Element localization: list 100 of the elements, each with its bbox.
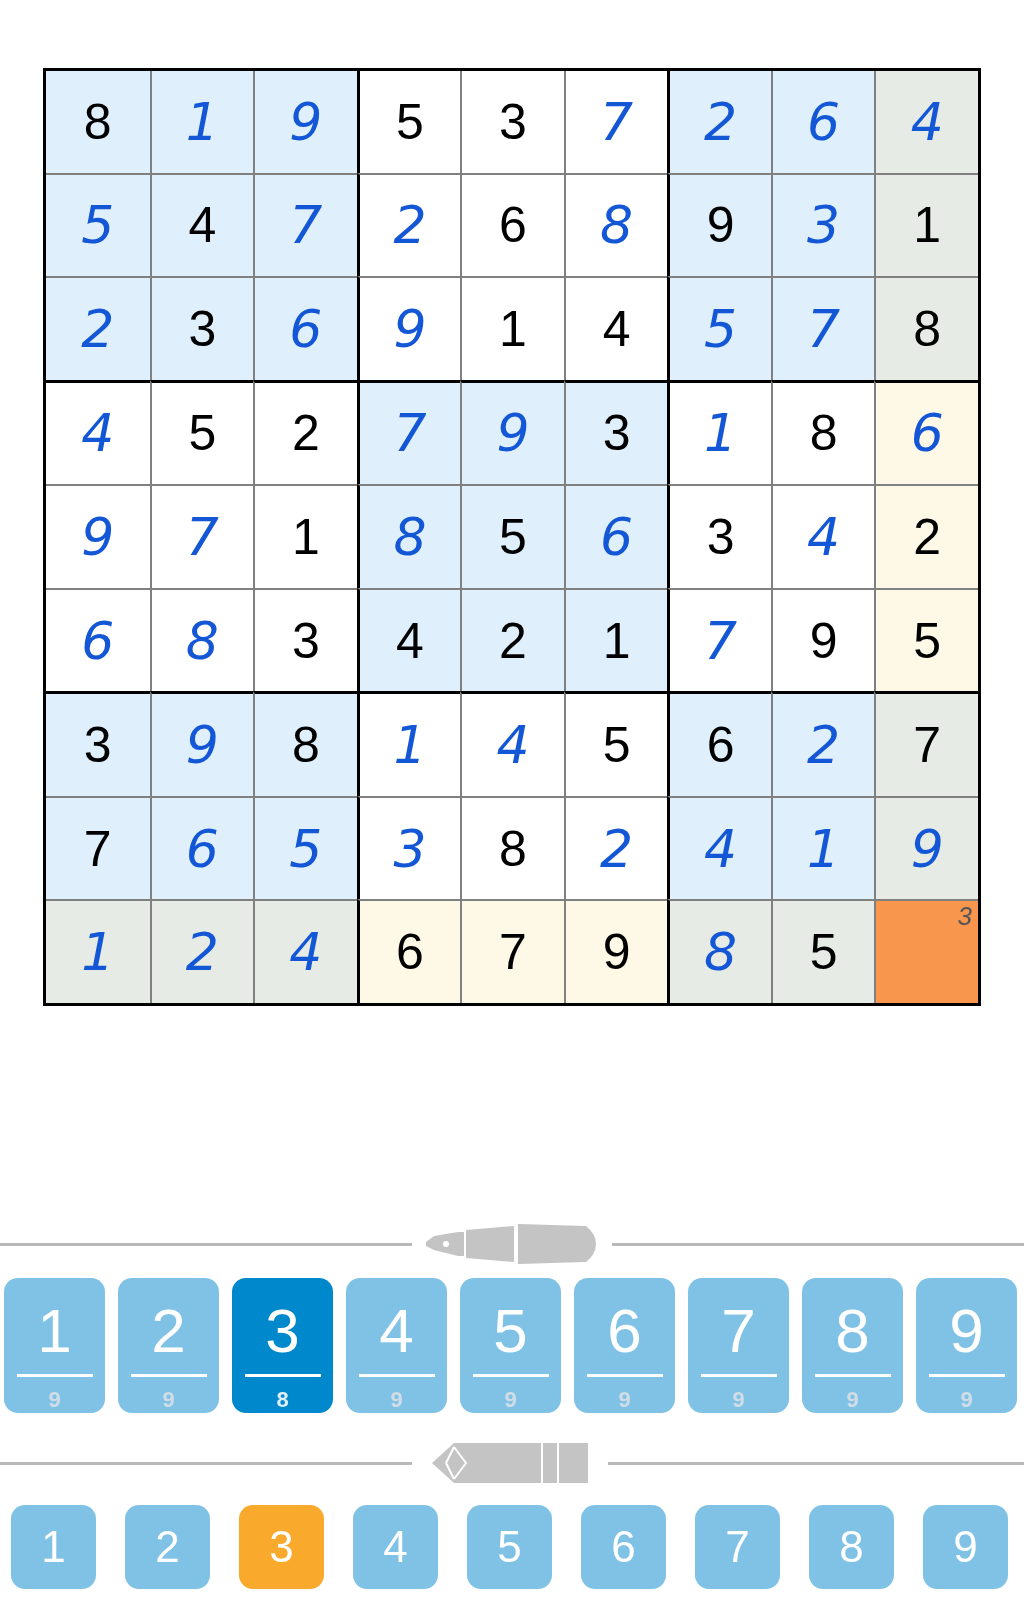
grid-cell[interactable]: 3	[874, 899, 978, 1003]
grid-cell[interactable]: 4	[667, 795, 771, 900]
key-digit: 6	[607, 1300, 642, 1362]
grid-cell[interactable]: 4	[770, 484, 875, 588]
grid-cell[interactable]: 6	[149, 795, 254, 900]
grid-cell[interactable]: 2	[874, 484, 978, 588]
grid-cell[interactable]: 7	[770, 276, 875, 380]
grid-cell[interactable]: 3	[460, 71, 564, 173]
grid-cell[interactable]: 2	[770, 691, 875, 796]
grid-cell[interactable]: 8	[460, 795, 564, 900]
grid-cell[interactable]: 8	[149, 587, 254, 692]
grid-cell[interactable]: 7	[46, 795, 150, 900]
grid-cell[interactable]: 3	[770, 172, 875, 277]
grid-cell[interactable]: 3	[356, 795, 461, 900]
grid-cell[interactable]: 6	[460, 172, 564, 277]
grid-cell[interactable]: 2	[46, 276, 150, 380]
grid-cell[interactable]: 9	[770, 587, 875, 692]
grid-cell[interactable]: 4	[874, 71, 978, 173]
entered-digit: 4	[807, 510, 841, 563]
grid-cell[interactable]: 5	[563, 691, 668, 796]
grid-cell[interactable]: 7	[253, 172, 357, 277]
grid-cell[interactable]: 9	[253, 71, 357, 173]
grid-cell[interactable]: 5	[46, 172, 150, 277]
grid-cell[interactable]: 8	[253, 691, 357, 796]
key-digit: 5	[493, 1300, 528, 1362]
entered-digit: 6	[600, 510, 634, 563]
grid-cell[interactable]: 3	[667, 484, 771, 588]
grid-cell[interactable]: 4	[46, 379, 150, 485]
grid-cell[interactable]: 6	[563, 484, 668, 588]
grid-cell[interactable]: 1	[563, 587, 668, 692]
grid-cell[interactable]: 2	[667, 71, 771, 173]
number-key[interactable]: 3 8	[232, 1278, 333, 1413]
grid-cell[interactable]: 3	[253, 587, 357, 692]
grid-cell[interactable]: 7	[563, 71, 668, 173]
given-digit: 3	[83, 720, 112, 771]
grid-cell[interactable]: 1	[149, 71, 254, 173]
entered-digit: 7	[289, 199, 323, 252]
grid-cell[interactable]: 1	[874, 172, 978, 277]
grid-cell[interactable]: 8	[356, 484, 461, 588]
grid-cell[interactable]: 1	[356, 691, 461, 796]
grid-cell[interactable]: 6	[356, 899, 461, 1003]
grid-cell[interactable]: 9	[356, 276, 461, 380]
grid-cell[interactable]: 5	[874, 587, 978, 692]
entered-digit: 7	[185, 510, 219, 563]
grid-cell[interactable]: 8	[874, 276, 978, 380]
grid-cell[interactable]: 9	[874, 795, 978, 900]
given-digit: 6	[499, 200, 527, 251]
grid-cell[interactable]: 4	[253, 899, 357, 1003]
grid-cell[interactable]: 3	[149, 276, 254, 380]
grid-cell[interactable]: 2	[563, 795, 668, 900]
given-digit: 5	[809, 927, 838, 978]
grid-cell[interactable]: 9	[149, 691, 254, 796]
grid-cell[interactable]: 8	[667, 899, 771, 1003]
grid-cell[interactable]: 5	[770, 899, 875, 1003]
entered-digit: 4	[704, 822, 738, 875]
grid-cell[interactable]: 8	[46, 71, 150, 173]
entered-digit: 1	[81, 926, 115, 979]
grid-cell[interactable]: 3	[46, 691, 150, 796]
grid-cell[interactable]: 2	[253, 379, 357, 485]
grid-cell[interactable]: 5	[253, 795, 357, 900]
grid-cell[interactable]: 1	[460, 276, 564, 380]
grid-cell[interactable]: 5	[149, 379, 254, 485]
grid-cell[interactable]: 7	[356, 379, 461, 485]
grid-cell[interactable]: 6	[770, 71, 875, 173]
entered-digit: 5	[704, 302, 738, 355]
grid-cell[interactable]: 9	[46, 484, 150, 588]
grid-cell[interactable]: 1	[46, 899, 150, 1003]
grid-cell[interactable]: 6	[667, 691, 771, 796]
grid-cell[interactable]: 5	[356, 71, 461, 173]
grid-cell[interactable]: 9	[667, 172, 771, 277]
grid-cell[interactable]: 5	[460, 484, 564, 588]
entered-digit: 6	[185, 822, 219, 875]
grid-cell[interactable]: 8	[563, 172, 668, 277]
grid-cell[interactable]: 2	[149, 899, 254, 1003]
grid-cell[interactable]: 2	[356, 172, 461, 277]
grid-cell[interactable]: 6	[874, 379, 978, 485]
grid-cell[interactable]: 6	[46, 587, 150, 692]
grid-cell[interactable]: 1	[770, 795, 875, 900]
grid-cell[interactable]: 1	[253, 484, 357, 588]
grid-cell[interactable]: 7	[149, 484, 254, 588]
grid-cell[interactable]: 6	[253, 276, 357, 380]
grid-cell[interactable]: 5	[667, 276, 771, 380]
grid-cell[interactable]: 8	[770, 379, 875, 485]
remaining-count: 9	[162, 1389, 175, 1411]
grid-cell[interactable]: 7	[460, 899, 564, 1003]
entered-digit: 9	[496, 407, 530, 460]
given-digit: 1	[913, 200, 942, 251]
grid-cell[interactable]: 7	[667, 587, 771, 692]
grid-cell[interactable]: 9	[563, 899, 668, 1003]
grid-cell[interactable]: 4	[149, 172, 254, 277]
grid-cell[interactable]: 7	[874, 691, 978, 796]
grid-cell[interactable]: 1	[667, 379, 771, 485]
grid-cell[interactable]: 9	[460, 379, 564, 485]
grid-cell[interactable]: 4	[563, 276, 668, 380]
entered-digit: 9	[393, 302, 427, 355]
entered-digit: 6	[910, 407, 944, 460]
grid-cell[interactable]: 2	[460, 587, 564, 692]
grid-cell[interactable]: 4	[460, 691, 564, 796]
grid-cell[interactable]: 3	[563, 379, 668, 485]
grid-cell[interactable]: 4	[356, 587, 461, 692]
